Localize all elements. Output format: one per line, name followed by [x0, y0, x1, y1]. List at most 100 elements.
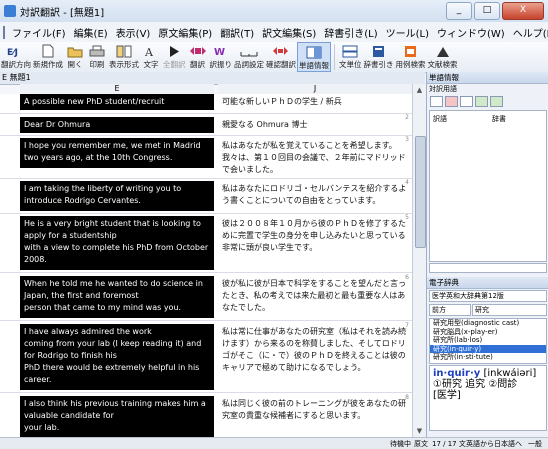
pos-icon: [239, 44, 259, 58]
target-cell[interactable]: 私は同じく彼の前のトレーニングが彼をあなたの研 究室の貴重な候補者にすると思います…: [218, 396, 412, 424]
horizontal-scrollbar[interactable]: [429, 263, 547, 273]
scroll-up-icon[interactable]: ▲: [413, 84, 426, 96]
scroll-thumb[interactable]: [415, 136, 426, 248]
menu-translate[interactable]: 翻訳(T): [216, 25, 258, 40]
target-cell[interactable]: 親愛なる Ohmura 博士: [218, 117, 412, 133]
target-cell[interactable]: 彼は２００８年１０月から彼のＰｈＤを修了するた めに完置で学生の身分を申し込みたい…: [218, 216, 412, 256]
source-cell[interactable]: I hope you remember me, we met in Madrid…: [20, 138, 214, 168]
back-translate-icon: [271, 44, 291, 58]
list-item-selected[interactable]: 研究(in·quir·y): [430, 344, 546, 353]
edit-icon[interactable]: [430, 96, 443, 107]
menu-source-edit[interactable]: 原文編集(P): [154, 25, 216, 40]
source-cell[interactable]: When he told me he wanted to do science …: [20, 276, 214, 318]
maximize-button[interactable]: □: [474, 2, 500, 20]
source-cell[interactable]: He is a very bright student that is look…: [20, 216, 214, 270]
vertical-scrollbar[interactable]: ▲ ▼: [412, 84, 426, 437]
link-icon[interactable]: [475, 96, 488, 107]
source-cell[interactable]: Dear Dr Ohmura: [20, 117, 214, 133]
literature-search-label: 文献検索: [427, 60, 458, 69]
print-button[interactable]: 印刷: [86, 42, 108, 72]
dictionary-button[interactable]: 辞書引き: [363, 42, 395, 72]
svg-text:W: W: [214, 47, 225, 58]
list-item[interactable]: 研究所(lab·los): [430, 336, 546, 345]
font-button[interactable]: A 文字: [140, 42, 162, 72]
open-label: 開く: [67, 60, 83, 69]
dictionary-select[interactable]: 医学英和大辞典第12版: [429, 290, 547, 302]
source-cell[interactable]: I also think his previous training makes…: [20, 396, 214, 437]
target-line: 可能な新しいＰｈＤの学生 / 新兵: [222, 97, 342, 106]
menu-window[interactable]: ウィンドウ(W): [433, 25, 509, 40]
list-item[interactable]: 研究用型(diagnostic cast): [430, 319, 546, 328]
target-cell[interactable]: 彼が私に彼が日本で科学をすることを望んだと言っ たとき、私の考えでは来た最初と最も…: [218, 276, 412, 316]
target-cell[interactable]: 私はあなたが私を覚えていることを希望します。 我々は、第１０回目の会議で、２年前に…: [218, 138, 412, 178]
menu-tools[interactable]: ツール(L): [382, 25, 433, 40]
menu-view[interactable]: 表示(V): [112, 25, 155, 40]
menu-file[interactable]: ファイル(F): [8, 25, 70, 40]
row-divider: [0, 178, 412, 179]
register-icon[interactable]: [460, 96, 473, 107]
source-line: valuable candidate for: [24, 411, 114, 420]
delete-icon[interactable]: [445, 96, 458, 107]
translate-button[interactable]: 翻訳: [187, 42, 209, 72]
word-info-button[interactable]: 単語情報: [297, 42, 331, 72]
row-divider: [0, 135, 412, 136]
direction-label: 翻訳方向: [1, 60, 31, 69]
toolbar-separator: [334, 44, 335, 70]
source-cell[interactable]: A possible new PhD student/recruit: [20, 94, 214, 110]
row-divider: [0, 213, 412, 214]
back-translate-label: 確認翻訳: [266, 60, 296, 69]
target-cell[interactable]: 私はあなたにロドリゴ・セルバンテスを紹介するよ う書くことについての自由をとってい…: [218, 181, 412, 209]
ruby-button[interactable]: W 訳振り: [209, 42, 234, 72]
source-line: I also think his previous training makes…: [24, 399, 206, 408]
target-line: 彼が私に彼が日本で科学をすることを望んだと言っ: [222, 279, 406, 288]
menu-help[interactable]: ヘルプ(H): [509, 25, 548, 40]
target-cell[interactable]: 可能な新しいＰｈＤの学生 / 新兵: [218, 94, 412, 110]
document-icon[interactable]: [3, 25, 5, 39]
target-line: たとき、私の考えでは来た最初と最も重要な人はあ: [222, 291, 406, 300]
layout-button[interactable]: 表示形式: [108, 42, 140, 72]
scroll-down-icon[interactable]: ▼: [413, 425, 426, 437]
open-button[interactable]: 開く: [64, 42, 86, 72]
target-line: 我々は、第１０回目の会議で、２年前にマドリッド: [222, 153, 406, 162]
literature-search-button[interactable]: 文献検索: [427, 42, 459, 72]
status-bar: 待機中 原文 17 / 17 文 英語から日本語へ 一般: [0, 437, 548, 449]
word-info-label: 単語情報: [299, 61, 329, 70]
target-line: 親愛なる Ohmura 博士: [222, 120, 308, 129]
translate-all-label: 全翻訳: [163, 60, 186, 69]
back-translate-button[interactable]: 確認翻訳: [265, 42, 297, 72]
target-line: なたでした。: [222, 303, 270, 312]
close-button[interactable]: X: [502, 2, 544, 20]
translate-all-button[interactable]: 全翻訳: [162, 42, 187, 72]
layout-icon: [114, 44, 134, 58]
list-item[interactable]: 研究脳具(x-play-er): [430, 328, 546, 337]
new-file-label: 新規作成: [33, 60, 63, 69]
sentence-unit-button[interactable]: 文単位: [338, 42, 363, 72]
pos-setting-label: 品詞設定: [234, 60, 264, 69]
status-domain: 一般: [528, 440, 542, 448]
target-line: ゴがそこ（に・で）彼のＰｈＤを終えることは彼の: [222, 351, 406, 360]
word-info-list[interactable]: 訳語 辞書: [429, 110, 547, 262]
target-cell[interactable]: 私は常に仕事があなたの研究室（私はそれを読み続 けます）から来るのを称賛しました、…: [218, 324, 412, 376]
menu-edit[interactable]: 編集(E): [70, 25, 112, 40]
search-mode-select[interactable]: 前方: [429, 304, 471, 316]
menu-target-edit[interactable]: 訳文編集(S): [258, 25, 320, 40]
source-line: I have always admired the work: [24, 327, 152, 336]
direction-button[interactable]: E⁄J 翻訳方向: [0, 42, 32, 72]
document-tab-label: E 無題1: [2, 73, 31, 82]
new-file-button[interactable]: 新規作成: [32, 42, 64, 72]
source-line: 2008.: [24, 255, 47, 264]
minimize-button[interactable]: _: [446, 2, 472, 20]
source-line: your lab.: [24, 423, 60, 432]
source-cell[interactable]: I am taking the liberty of writing you t…: [20, 181, 214, 211]
pos-setting-button[interactable]: 品詞設定: [233, 42, 265, 72]
example-search-button[interactable]: 用例検索: [395, 42, 427, 72]
word-info-panel-title: 単語情報: [427, 72, 548, 84]
dictionary-result-list[interactable]: 研究用型(diagnostic cast) 研究脳具(x-play-er) 研究…: [429, 318, 547, 364]
source-cell[interactable]: I have always admired the work coming fro…: [20, 324, 214, 390]
list-item[interactable]: 研究所(in·sti·tute): [430, 353, 546, 362]
link-icon[interactable]: [490, 96, 503, 107]
source-line: coming from your lab (I keep reading it)…: [24, 339, 202, 348]
source-line: When he told me he wanted to do science …: [24, 279, 203, 288]
dictionary-search-input[interactable]: 研究: [472, 304, 547, 316]
menu-dictionary[interactable]: 辞書引き(L): [320, 25, 381, 40]
